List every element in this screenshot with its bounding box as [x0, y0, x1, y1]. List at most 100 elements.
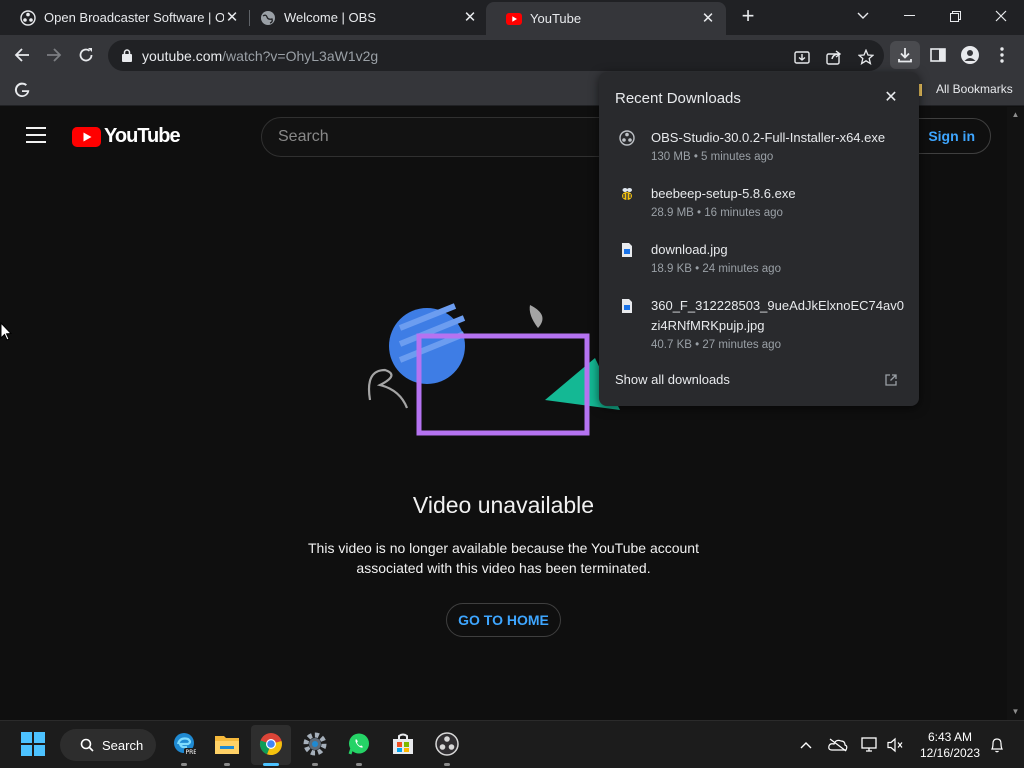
go-to-home-label: GO TO HOME — [458, 612, 549, 628]
folder-icon — [918, 84, 922, 96]
search-placeholder: Search — [278, 128, 329, 145]
close-icon[interactable]: ✕ — [882, 89, 900, 107]
obs-studio-icon[interactable] — [434, 731, 460, 757]
downloads-bubble: Recent Downloads ✕ OBS-Studio-30.0.2-Ful… — [599, 72, 919, 406]
download-filename: 360_F_312228503_9ueAdJkElxnoEC74av0zi4RN… — [651, 298, 904, 333]
scroll-down-icon[interactable]: ▼ — [1011, 707, 1020, 716]
whatsapp-icon[interactable] — [346, 731, 372, 757]
tab-youtube[interactable]: YouTube ✕ — [486, 2, 726, 35]
reload-button[interactable] — [72, 41, 100, 69]
share-icon[interactable] — [824, 47, 844, 67]
chrome-icon[interactable] — [258, 731, 284, 757]
network-icon[interactable] — [860, 735, 880, 755]
bee-icon — [619, 186, 635, 202]
obs-icon — [20, 9, 36, 26]
globe-icon — [260, 10, 276, 26]
youtube-search-input[interactable]: Search — [261, 117, 641, 157]
unavailable-illustration — [367, 303, 620, 436]
notification-bell-icon[interactable] — [987, 735, 1007, 755]
profile-avatar-icon[interactable] — [956, 41, 984, 69]
downloads-button[interactable] — [890, 41, 920, 69]
tab-welcome-obs[interactable]: Welcome | OBS ✕ — [240, 0, 488, 35]
youtube-icon — [506, 11, 522, 27]
address-bar[interactable]: youtube.com/watch?v=OhyL3aW1v2g — [108, 40, 884, 71]
tab-title: Welcome | OBS — [284, 10, 376, 25]
bookmark-item[interactable] — [14, 82, 38, 98]
show-hidden-icons-chevron-icon[interactable] — [796, 735, 816, 755]
download-meta: 18.9 KB • 24 minutes ago — [651, 263, 781, 275]
tab-obs[interactable]: Open Broadcaster Software | OBS ✕ — [0, 0, 250, 35]
running-indicator — [444, 763, 450, 766]
unavailable-title: Video unavailable — [412, 492, 595, 518]
go-to-home-button[interactable]: GO TO HOME — [446, 603, 561, 637]
image-file-icon — [619, 242, 635, 258]
forward-button[interactable] — [40, 41, 68, 69]
download-filename: OBS-Studio-30.0.2-Full-Installer-x64.exe — [651, 130, 886, 145]
install-app-icon[interactable] — [792, 47, 812, 67]
open-external-icon[interactable] — [884, 373, 898, 387]
running-indicator — [181, 763, 187, 766]
unavailable-line-2: associated with this video has been term… — [356, 560, 651, 576]
tab-title: YouTube — [530, 11, 582, 26]
new-tab-button[interactable]: + — [738, 5, 758, 27]
back-button[interactable] — [8, 41, 36, 69]
tab-search-chevron-icon[interactable] — [840, 0, 886, 32]
downloads-title: Recent Downloads — [615, 90, 741, 107]
download-meta: 28.9 MB • 16 minutes ago — [651, 207, 783, 219]
running-indicator-active — [263, 763, 279, 766]
taskbar-search-label: Search — [102, 737, 144, 753]
close-tab-icon[interactable]: ✕ — [224, 9, 240, 26]
mouse-cursor-icon — [0, 321, 13, 347]
edge-beta-icon[interactable]: PRE — [171, 731, 197, 757]
tab-title: Open Broadcaster Software | OBS — [44, 10, 224, 25]
download-filename: beebeep-setup-5.8.6.exe — [651, 186, 796, 201]
bookmark-star-icon[interactable] — [856, 47, 876, 67]
close-tab-icon[interactable]: ✕ — [462, 9, 478, 26]
image-file-icon — [619, 298, 635, 314]
download-meta: 40.7 KB • 27 minutes ago — [651, 339, 781, 351]
chrome-menu-icon[interactable] — [988, 41, 1016, 69]
guide-menu-icon[interactable] — [26, 127, 46, 143]
browser-toolbar: youtube.com/watch?v=OhyL3aW1v2g — [0, 35, 1024, 76]
lock-icon[interactable] — [122, 49, 132, 62]
restore-button[interactable] — [932, 0, 978, 32]
obs-icon — [619, 130, 635, 146]
url-path: /watch?v=OhyL3aW1v2g — [222, 47, 379, 64]
microsoft-store-icon[interactable] — [390, 731, 416, 757]
running-indicator — [312, 763, 318, 766]
all-bookmarks-button[interactable]: All Bookmarks — [918, 82, 1013, 96]
taskbar-search-button[interactable]: Search — [60, 729, 156, 761]
volume-muted-icon[interactable] — [885, 735, 905, 755]
youtube-wordmark: YouTube — [104, 125, 181, 147]
unavailable-description: This video is no longer available becaus… — [0, 538, 1007, 578]
windows-start-icon[interactable] — [20, 731, 46, 757]
system-clock[interactable]: 6:43 AM 12/16/2023 — [916, 729, 984, 761]
unavailable-line-1: This video is no longer available becaus… — [308, 540, 699, 556]
url-host: youtube.com — [142, 47, 223, 64]
page-scrollbar[interactable]: ▲ ▼ — [1007, 107, 1024, 720]
tab-strip: Open Broadcaster Software | OBS ✕ Welcom… — [0, 0, 1024, 35]
download-filename: download.jpg — [651, 242, 728, 257]
windows-taskbar: Search PRE 6:43 AM 12/16/2023 — [0, 720, 1024, 768]
close-tab-icon[interactable]: ✕ — [700, 10, 716, 27]
google-icon — [14, 82, 30, 97]
download-meta: 130 MB • 5 minutes ago — [651, 151, 774, 163]
settings-gear-icon[interactable] — [302, 731, 328, 757]
all-bookmarks-label: All Bookmarks — [936, 82, 1013, 96]
clock-date: 12/16/2023 — [919, 746, 981, 760]
show-all-downloads-link[interactable]: Show all downloads — [615, 372, 730, 387]
svg-text:PRE: PRE — [186, 749, 197, 756]
youtube-play-icon — [72, 126, 101, 147]
clock-time: 6:43 AM — [927, 730, 973, 744]
youtube-logo[interactable]: YouTube — [72, 125, 181, 148]
running-indicator — [224, 763, 230, 766]
search-icon — [80, 738, 94, 752]
onedrive-offline-icon[interactable] — [828, 735, 848, 755]
sign-in-label: Sign in — [928, 128, 975, 144]
minimize-button[interactable] — [886, 0, 932, 32]
file-explorer-icon[interactable] — [214, 731, 240, 757]
close-window-button[interactable] — [978, 0, 1024, 32]
running-indicator — [356, 763, 362, 766]
side-panel-icon[interactable] — [924, 41, 952, 69]
scroll-up-icon[interactable]: ▲ — [1011, 110, 1020, 119]
